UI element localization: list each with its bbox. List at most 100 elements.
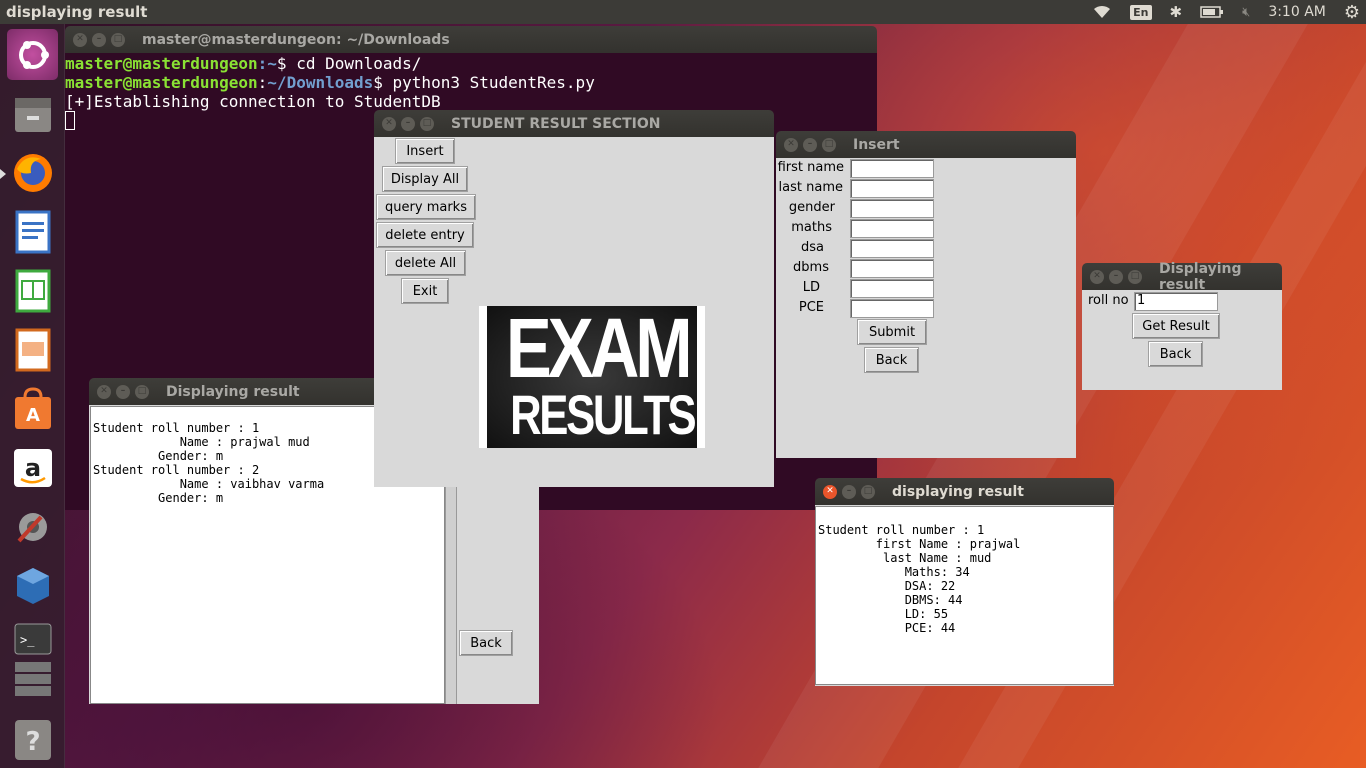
minimize-icon[interactable]: – bbox=[92, 32, 106, 47]
submit-button[interactable]: Submit bbox=[857, 319, 927, 345]
bluetooth-icon[interactable]: ✱ bbox=[1170, 3, 1183, 21]
firefox-icon[interactable] bbox=[7, 147, 58, 198]
back-button[interactable]: Back bbox=[864, 347, 919, 373]
minimize-icon[interactable]: – bbox=[116, 384, 130, 399]
svg-text:?: ? bbox=[25, 727, 40, 757]
launcher: A a >_ ? bbox=[0, 24, 65, 768]
insert-window[interactable]: ✕ – □ Insert first name last name gender… bbox=[776, 131, 1076, 458]
ld-label: LD bbox=[802, 280, 820, 295]
pce-label: PCE bbox=[798, 300, 824, 315]
keyboard-layout-indicator[interactable]: En bbox=[1130, 4, 1152, 20]
virtualbox-icon[interactable] bbox=[7, 560, 58, 611]
dbms-label: dbms bbox=[793, 260, 829, 275]
result-body: Student roll number : 1 first Name : pra… bbox=[815, 505, 1114, 686]
back-button[interactable]: Back bbox=[1148, 341, 1203, 367]
impress-icon[interactable] bbox=[7, 324, 58, 375]
clock[interactable]: 3:10 AM bbox=[1268, 4, 1326, 20]
window-title: displaying result bbox=[892, 483, 1024, 500]
amazon-icon[interactable]: a bbox=[7, 442, 58, 493]
maths-label: maths bbox=[791, 220, 832, 235]
maximize-icon[interactable]: □ bbox=[420, 116, 434, 131]
back-button[interactable]: Back bbox=[459, 630, 513, 656]
banner-text-exam: EXAM bbox=[505, 306, 693, 395]
close-icon[interactable]: ✕ bbox=[1090, 269, 1104, 284]
svg-text:>_: >_ bbox=[20, 633, 35, 647]
close-icon[interactable]: ✕ bbox=[784, 137, 798, 152]
main-body: Insert Display All query marks delete en… bbox=[374, 137, 774, 487]
workspace-icon[interactable] bbox=[7, 654, 58, 705]
query-window[interactable]: ✕ – □ Displaying result roll no 1 Get Re… bbox=[1082, 260, 1282, 390]
terminal-line: master@masterdungeon:~$ cd Downloads/ bbox=[65, 54, 422, 73]
settings-icon[interactable] bbox=[7, 501, 58, 552]
window-title: STUDENT RESULT SECTION bbox=[451, 115, 661, 132]
minimize-icon[interactable]: – bbox=[401, 116, 415, 131]
close-icon[interactable]: ✕ bbox=[382, 116, 396, 131]
query-body: roll no 1 Get Result Back bbox=[1082, 290, 1282, 390]
insert-button[interactable]: Insert bbox=[395, 138, 455, 164]
single-result-window[interactable]: ✕ – □ displaying result Student roll num… bbox=[815, 478, 1114, 686]
result-textbox[interactable]: Student roll number : 1 first Name : pra… bbox=[815, 506, 1114, 685]
help-icon[interactable]: ? bbox=[7, 714, 58, 765]
insert-body: first name last name gender maths dsa db… bbox=[776, 158, 1076, 458]
maths-input[interactable] bbox=[850, 219, 934, 238]
wifi-icon[interactable] bbox=[1092, 4, 1112, 20]
result-titlebar[interactable]: ✕ – □ displaying result bbox=[815, 478, 1114, 505]
gear-icon[interactable]: ⚙ bbox=[1344, 2, 1360, 23]
active-window-title: displaying result bbox=[6, 3, 148, 21]
files-icon[interactable] bbox=[7, 88, 58, 139]
exam-results-banner: EXAM RESULTS bbox=[479, 306, 705, 448]
maximize-icon[interactable]: □ bbox=[1128, 269, 1142, 284]
calc-icon[interactable] bbox=[7, 265, 58, 316]
window-title: Displaying result bbox=[1159, 260, 1242, 293]
banner-text-results: RESULTS bbox=[510, 383, 697, 446]
terminal-line: [+]Establishing connection to StudentDB bbox=[65, 92, 441, 111]
gender-label: gender bbox=[788, 200, 835, 215]
first-name-input[interactable] bbox=[850, 159, 934, 178]
display-all-button[interactable]: Display All bbox=[382, 166, 468, 192]
query-titlebar[interactable]: ✕ – □ Displaying result bbox=[1082, 260, 1282, 293]
volume-muted-icon[interactable]: 🔇︎ bbox=[1242, 5, 1250, 20]
dbms-input[interactable] bbox=[850, 259, 934, 278]
writer-icon[interactable] bbox=[7, 206, 58, 257]
maximize-icon[interactable]: □ bbox=[861, 484, 875, 499]
minimize-icon[interactable]: – bbox=[803, 137, 817, 152]
insert-titlebar[interactable]: ✕ – □ Insert bbox=[776, 131, 1076, 158]
ld-input[interactable] bbox=[850, 279, 934, 298]
close-icon[interactable]: ✕ bbox=[73, 32, 87, 47]
terminal-cursor bbox=[65, 111, 75, 130]
close-icon[interactable]: ✕ bbox=[823, 484, 837, 499]
main-titlebar[interactable]: ✕ – □ STUDENT RESULT SECTION bbox=[374, 110, 774, 137]
dsa-input[interactable] bbox=[850, 239, 934, 258]
window-title: Displaying result bbox=[166, 383, 300, 400]
window-title: master@masterdungeon: ~/Downloads bbox=[142, 31, 450, 48]
delete-entry-button[interactable]: delete entry bbox=[376, 222, 474, 248]
delete-all-button[interactable]: delete All bbox=[385, 250, 466, 276]
system-tray: En ✱ 🔇︎ 3:10 AM ⚙ bbox=[1092, 0, 1366, 24]
roll-no-input[interactable]: 1 bbox=[1134, 292, 1218, 311]
gender-input[interactable] bbox=[850, 199, 934, 218]
terminal-titlebar[interactable]: ✕ – □ master@masterdungeon: ~/Downloads bbox=[65, 26, 877, 53]
window-title: Insert bbox=[853, 136, 900, 153]
minimize-icon[interactable]: – bbox=[842, 484, 856, 499]
roll-no-label: roll no bbox=[1088, 293, 1129, 308]
maximize-icon[interactable]: □ bbox=[822, 137, 836, 152]
svg-text:a: a bbox=[24, 454, 40, 482]
software-center-icon[interactable]: A bbox=[7, 383, 58, 434]
pce-input[interactable] bbox=[850, 299, 934, 318]
banner-image: EXAM RESULTS bbox=[487, 306, 697, 448]
battery-icon[interactable] bbox=[1200, 5, 1224, 19]
student-result-window[interactable]: ✕ – □ STUDENT RESULT SECTION Insert Disp… bbox=[374, 110, 774, 487]
exit-button[interactable]: Exit bbox=[401, 278, 449, 304]
ubuntu-dash-icon[interactable] bbox=[7, 29, 58, 80]
last-name-input[interactable] bbox=[850, 179, 934, 198]
maximize-icon[interactable]: □ bbox=[135, 384, 149, 399]
query-marks-button[interactable]: query marks bbox=[376, 194, 476, 220]
svg-text:A: A bbox=[26, 405, 40, 426]
minimize-icon[interactable]: – bbox=[1109, 269, 1123, 284]
maximize-icon[interactable]: □ bbox=[111, 32, 125, 47]
close-icon[interactable]: ✕ bbox=[97, 384, 111, 399]
dsa-label: dsa bbox=[801, 240, 824, 255]
last-name-label: last name bbox=[778, 180, 843, 195]
terminal-line: master@masterdungeon:~/Downloads$ python… bbox=[65, 73, 595, 92]
get-result-button[interactable]: Get Result bbox=[1132, 313, 1220, 339]
